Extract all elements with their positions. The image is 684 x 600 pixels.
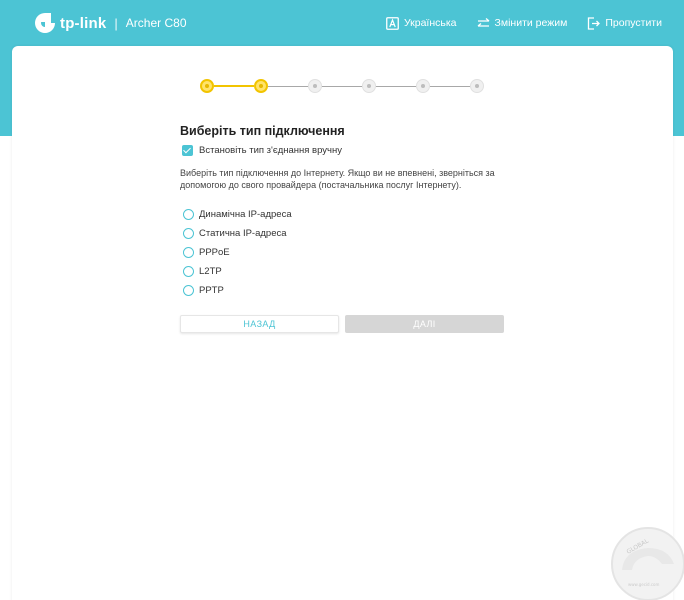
stepper-connector bbox=[268, 85, 308, 87]
stepper-connector bbox=[214, 85, 254, 87]
radio-button[interactable] bbox=[183, 209, 194, 220]
watermark-site: www.gecid.com bbox=[628, 582, 659, 587]
stepper-step-4 bbox=[362, 79, 376, 93]
radio-button[interactable] bbox=[183, 247, 194, 258]
progress-stepper bbox=[200, 79, 490, 93]
radio-button[interactable] bbox=[183, 266, 194, 277]
stepper-step-2 bbox=[254, 79, 268, 93]
radio-l2tp[interactable]: L2TP bbox=[183, 262, 292, 281]
stepper-step-3 bbox=[308, 79, 322, 93]
language-selector[interactable]: Українська bbox=[386, 16, 457, 30]
radio-pptp[interactable]: PPTP bbox=[183, 281, 292, 300]
radio-button[interactable] bbox=[183, 228, 194, 239]
radio-pppoe[interactable]: PPPoE bbox=[183, 243, 292, 262]
checkbox-checked-icon[interactable] bbox=[182, 145, 193, 156]
tp-link-logo: tp-link | Archer C80 bbox=[34, 12, 187, 34]
exit-icon bbox=[588, 16, 601, 30]
watermark-logo: GLOBAL www.gecid.com bbox=[604, 520, 684, 600]
back-button[interactable]: НАЗАД bbox=[180, 315, 339, 333]
stepper-connector bbox=[376, 85, 416, 87]
swap-icon bbox=[477, 17, 489, 27]
stepper-step-5 bbox=[416, 79, 430, 93]
radio-label: Динамічна IP-адреса bbox=[199, 209, 292, 220]
model-name: Archer C80 bbox=[125, 16, 187, 30]
stepper-connector bbox=[430, 85, 470, 87]
skip-label: Пропустити bbox=[605, 17, 662, 29]
stepper-step-1 bbox=[200, 79, 214, 93]
change-mode-label: Змінити режим bbox=[494, 17, 568, 29]
brand-separator: | bbox=[114, 15, 118, 31]
brand-name: tp-link bbox=[60, 14, 107, 32]
connection-type-options: Динамічна IP-адреса Статична IP-адреса P… bbox=[183, 205, 292, 300]
radio-button[interactable] bbox=[183, 285, 194, 296]
radio-label: L2TP bbox=[199, 266, 222, 277]
stepper-step-6 bbox=[470, 79, 484, 93]
skip-button[interactable]: Пропустити bbox=[587, 16, 662, 30]
change-mode-button[interactable]: Змінити режим bbox=[477, 17, 568, 30]
radio-static-ip[interactable]: Статична IP-адреса bbox=[183, 224, 292, 243]
language-label: Українська bbox=[403, 17, 457, 29]
tp-link-logo-icon bbox=[34, 12, 56, 34]
next-button[interactable]: ДАЛІ bbox=[345, 315, 504, 333]
description-text: Виберіть тип підключення до Інтернету. Я… bbox=[180, 168, 495, 190]
radio-dynamic-ip[interactable]: Динамічна IP-адреса bbox=[183, 205, 292, 224]
radio-label: PPTP bbox=[199, 285, 224, 296]
header-actions: Українська Змінити режим Пропустити bbox=[386, 0, 662, 46]
manual-connection-checkbox[interactable]: Встановіть тип з'єднання вручну bbox=[182, 145, 342, 156]
page-title: Виберіть тип підключення bbox=[180, 124, 345, 138]
header: tp-link | Archer C80 Українська Змінити … bbox=[0, 0, 684, 46]
radio-label: Статична IP-адреса bbox=[199, 228, 287, 239]
radio-label: PPPoE bbox=[199, 247, 230, 258]
manual-connection-label: Встановіть тип з'єднання вручну bbox=[199, 145, 342, 156]
language-icon bbox=[386, 16, 399, 30]
stepper-connector bbox=[322, 85, 362, 87]
